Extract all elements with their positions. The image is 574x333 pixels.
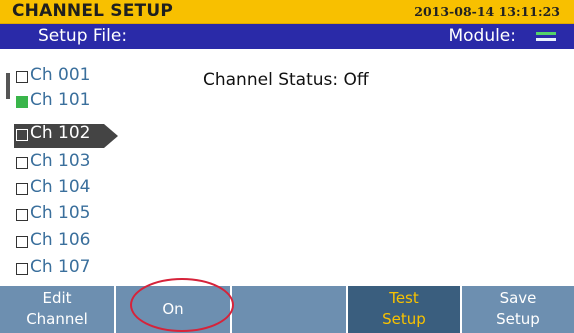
channel-label: Ch 105: [30, 203, 91, 223]
channel-item-ch105[interactable]: Ch 105: [14, 203, 124, 228]
softkey-bar: Edit Channel On Test Setup Save Setup: [0, 286, 574, 333]
channel-item-ch102-selected[interactable]: Ch 102: [14, 123, 118, 148]
channel-label: Ch 106: [30, 230, 91, 250]
test-setup-softkey[interactable]: Test Setup: [348, 286, 462, 333]
module-bars-icon: [536, 32, 556, 42]
channel-status-text: Channel Status: Off: [203, 70, 369, 90]
channel-item-ch001[interactable]: Ch 001: [14, 65, 124, 90]
scroll-indicator: [6, 73, 10, 99]
softkey-label-line1: Test: [389, 289, 419, 307]
checkbox-icon[interactable]: [16, 129, 28, 141]
channel-item-ch106[interactable]: Ch 106: [14, 230, 124, 255]
checkbox-icon[interactable]: [16, 183, 28, 195]
channel-label: Ch 107: [30, 257, 91, 277]
channel-setup-screen: CHANNEL SETUP 2013-08-14 13:11:23 Setup …: [0, 0, 574, 333]
channel-label: Ch 102: [30, 123, 91, 143]
setup-header: Setup File: Module:: [0, 24, 574, 49]
channel-label: Ch 101: [30, 90, 91, 110]
softkey-label-line2: Channel: [26, 310, 88, 328]
selection-arrow-icon: [104, 124, 118, 148]
page-title: CHANNEL SETUP: [12, 1, 173, 21]
checkbox-checked-icon[interactable]: [16, 96, 28, 108]
empty-softkey[interactable]: [232, 286, 348, 333]
save-setup-softkey[interactable]: Save Setup: [462, 286, 574, 333]
on-softkey[interactable]: On: [116, 286, 232, 333]
softkey-label: On: [162, 300, 184, 318]
softkey-label-line1: Save: [499, 289, 537, 307]
checkbox-icon[interactable]: [16, 209, 28, 221]
setup-file-label: Setup File:: [38, 26, 128, 46]
softkey-label-line2: Setup: [382, 310, 426, 328]
edit-channel-softkey[interactable]: Edit Channel: [0, 286, 116, 333]
channel-item-ch103[interactable]: Ch 103: [14, 151, 124, 176]
channel-label: Ch 103: [30, 151, 91, 171]
channel-label: Ch 001: [30, 65, 91, 85]
checkbox-icon[interactable]: [16, 157, 28, 169]
checkbox-icon[interactable]: [16, 71, 28, 83]
softkey-label-line2: Setup: [496, 310, 540, 328]
title-bar: CHANNEL SETUP 2013-08-14 13:11:23: [0, 0, 574, 24]
checkbox-icon[interactable]: [16, 236, 28, 248]
module-label: Module:: [448, 26, 516, 46]
datetime: 2013-08-14 13:11:23: [414, 4, 560, 19]
softkey-label-line1: Edit: [42, 289, 72, 307]
channel-item-ch107[interactable]: Ch 107: [14, 257, 124, 282]
channel-label: Ch 104: [30, 177, 91, 197]
checkbox-icon[interactable]: [16, 263, 28, 275]
channel-item-ch104[interactable]: Ch 104: [14, 177, 124, 202]
channel-item-ch101[interactable]: Ch 101: [14, 90, 124, 115]
